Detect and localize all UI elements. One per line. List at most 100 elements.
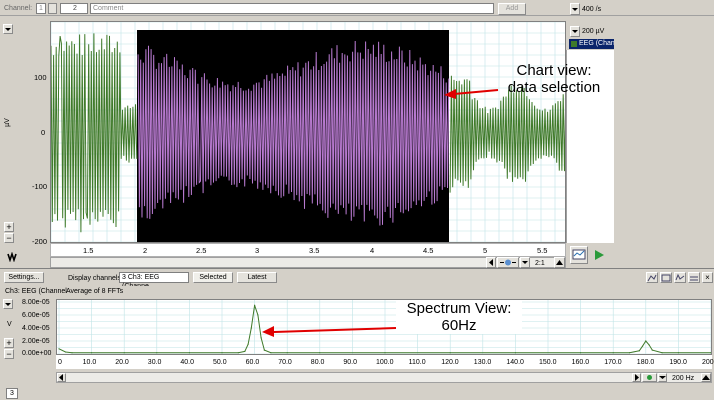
view-toggle-button[interactable] (570, 246, 588, 264)
spectrum-point (710, 352, 711, 354)
rate-dropdown-button[interactable] (570, 3, 580, 15)
spectrum-point (244, 350, 246, 352)
scroll-up-button[interactable] (554, 257, 565, 268)
spectrum-annotation-line2: 60Hz (441, 317, 477, 334)
spectrum-x-tick: 90.0 (343, 359, 358, 366)
spectrum-icon-button-4[interactable] (688, 272, 700, 283)
display-channels-select[interactable]: 3 Ch3: EEG (Channe (119, 272, 189, 290)
channel-title-bar[interactable]: EEG (Channe (569, 39, 614, 49)
spectrum-point (638, 350, 640, 352)
zoom-in-button[interactable]: + (4, 222, 14, 232)
spectrum-icon-button-1[interactable] (646, 272, 658, 283)
comment-input[interactable]: Comment (90, 3, 494, 14)
zoom-out-button[interactable]: − (4, 233, 14, 243)
chart-y-tick: -200 (32, 237, 48, 246)
spectrum-point (580, 352, 582, 354)
spectrum-point (263, 349, 265, 351)
spectrum-icon-button-3[interactable] (674, 272, 686, 283)
spectrum-close-button[interactable]: × (702, 272, 713, 283)
page-tab[interactable]: 3 (6, 388, 18, 399)
scroll-left-button[interactable] (486, 257, 496, 268)
spectrum-zoom-out-button[interactable]: − (4, 349, 14, 359)
start-recording-button[interactable] (592, 248, 606, 262)
chart-x-tick: 5.5 (537, 246, 548, 255)
zoom-icon (500, 259, 516, 266)
spectrum-point (247, 343, 249, 345)
selected-button[interactable]: Selected (193, 272, 233, 283)
add-comment-button[interactable]: Add (498, 3, 526, 15)
spectrum-point (254, 304, 256, 306)
chart-range: 200 µV (582, 28, 605, 35)
chart-icon (661, 274, 671, 282)
chart-range-button[interactable] (3, 24, 13, 34)
sample-rate: 400 /s (582, 6, 602, 13)
latest-button[interactable]: Latest (237, 272, 277, 283)
spectrum-x-tick: 30.0 (147, 359, 162, 366)
channel-color-swatch (571, 41, 577, 47)
page-number: 3 (10, 390, 14, 397)
zoom-ratio-button[interactable] (520, 257, 530, 268)
spectrum-point (123, 352, 125, 354)
spectrum-settings-button[interactable]: Settings... (4, 272, 44, 283)
spectrum-x-tick: 180.0 (636, 359, 655, 366)
chevron-down-icon (572, 8, 578, 11)
spectrum-x-tick: 10.0 (82, 359, 97, 366)
channel-icon (7, 252, 17, 262)
chevron-down-icon (5, 303, 11, 306)
chart-icon (572, 249, 586, 260)
zoom-icon (647, 375, 652, 380)
chart-x-tick: 3.5 (309, 246, 320, 255)
spectrum-x-tick: 170.0 (604, 359, 622, 366)
spectrum-point (319, 352, 321, 354)
play-icon (595, 250, 604, 260)
spectrum-point (641, 345, 644, 347)
spectrum-zoom-tool-button[interactable] (642, 373, 657, 382)
spectrum-point (64, 351, 67, 353)
spectrum-point (651, 349, 653, 351)
spectrum-scroll-right-button[interactable] (632, 373, 641, 382)
chevron-down-icon (5, 28, 11, 31)
channel-select[interactable]: 1 (36, 3, 46, 14)
chart-view-plot[interactable] (50, 21, 566, 243)
spectrum-point (270, 352, 272, 354)
chart-icon (647, 274, 657, 282)
spectrum-x-tick: 140.0 (506, 359, 524, 366)
spectrum-x-tick: 50.0 (213, 359, 227, 366)
spectrum-zoom-in-button[interactable]: + (4, 338, 14, 348)
spectrum-point (645, 340, 647, 342)
spectrum-x-tick: 80.0 (310, 359, 325, 366)
spectrum-icon-button-2[interactable] (660, 272, 672, 283)
channel-spinner[interactable] (48, 3, 57, 14)
chevron-up-icon (702, 375, 710, 380)
chart-y-tick: 0 (41, 128, 46, 137)
spectrum-range-button[interactable] (3, 299, 13, 309)
spectrum-x-tick: 160.0 (571, 359, 590, 366)
spectrum-y-unit: V (7, 321, 12, 328)
channel-name: EEG (Channe (579, 40, 614, 47)
spectrum-scroll-left-button[interactable] (57, 373, 66, 382)
spectrum-scrollbar[interactable] (56, 372, 712, 383)
channel-number-field[interactable]: 2 (60, 3, 88, 14)
spectrum-y-tick: 4.00e-05 (22, 325, 50, 332)
spectrum-point (250, 327, 252, 329)
chart-x-tick: 2 (143, 246, 148, 255)
spectrum-point (71, 352, 73, 354)
chart-icon (690, 276, 698, 281)
range-dropdown-button[interactable] (570, 26, 580, 37)
spectrum-point (237, 352, 239, 354)
zoom-tool-button[interactable] (497, 257, 519, 268)
chevron-down-icon (572, 30, 578, 33)
spectrum-range-dropdown-button[interactable] (658, 373, 667, 382)
eeg-trace-segment (51, 33, 138, 233)
spectrum-scroll-up-button[interactable] (701, 373, 711, 382)
spectrum-point (648, 344, 650, 346)
spectrum-point (628, 352, 631, 354)
spectrum-x-tick: 100.0 (376, 359, 394, 366)
spectrum-point (449, 352, 451, 354)
chart-y-tick: 100 (34, 73, 47, 82)
chart-view-annotation-line1: Chart view: (516, 62, 592, 79)
spectrum-y-tick: 8.00e-05 (22, 299, 50, 306)
spectrum-info-channel: Ch3: EEG (Channel (5, 288, 67, 295)
spectrum-point (156, 352, 158, 354)
chevron-left-icon (489, 259, 493, 266)
